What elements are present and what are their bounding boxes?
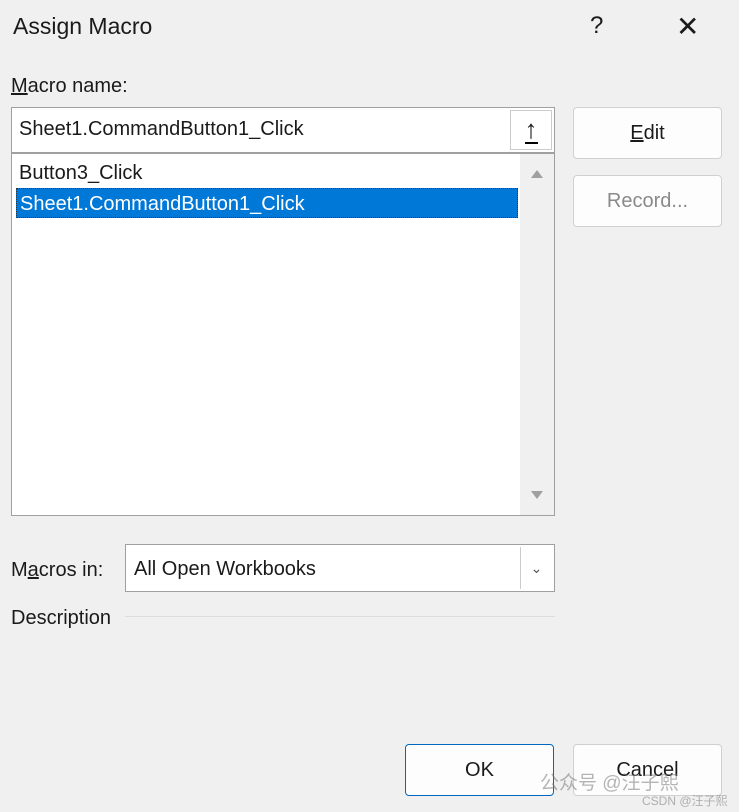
accel-key: M	[11, 75, 28, 97]
macros-in-label: Macros in:	[11, 559, 103, 582]
record-button[interactable]: Record...	[573, 175, 722, 227]
help-button[interactable]: ?	[590, 12, 603, 40]
accel-key: a	[27, 559, 39, 581]
watermark: 公众号 @汪子熙	[540, 773, 679, 794]
arrow-up-icon: ↑	[524, 114, 538, 144]
macros-in-value: All Open Workbooks	[134, 558, 316, 580]
watermark-small: CSDN @汪子熙	[642, 794, 728, 808]
close-button[interactable]: ✕	[676, 10, 699, 43]
scroll-up-icon[interactable]	[531, 170, 543, 178]
collapse-dialog-button[interactable]: ↑	[510, 110, 552, 150]
chevron-down-icon[interactable]: ⌄	[520, 547, 552, 589]
accel-key: E	[630, 121, 644, 144]
scroll-down-icon[interactable]	[531, 491, 543, 499]
edit-button[interactable]: Edit	[573, 107, 722, 159]
description-label: Description	[11, 607, 112, 629]
label-text: acro name:	[27, 75, 128, 97]
macro-list[interactable]: Button3_Click Sheet1.CommandButton1_Clic…	[11, 153, 555, 516]
macro-name-label: Macro name:	[11, 75, 128, 98]
divider	[125, 616, 555, 617]
macros-in-select[interactable]: All Open Workbooks ⌄	[125, 544, 555, 592]
macro-name-input[interactable]	[19, 118, 509, 141]
label-text: cros in:	[38, 559, 104, 581]
dialog-title: Assign Macro	[13, 13, 153, 39]
scrollbar[interactable]	[520, 154, 554, 515]
button-label: dit	[643, 121, 665, 144]
ok-button[interactable]: OK	[405, 744, 554, 796]
list-item-selected[interactable]: Sheet1.CommandButton1_Click	[16, 188, 518, 218]
macro-name-field[interactable]: ↑	[11, 107, 555, 153]
label-text: M	[11, 559, 28, 581]
list-item[interactable]: Button3_Click	[16, 158, 518, 188]
